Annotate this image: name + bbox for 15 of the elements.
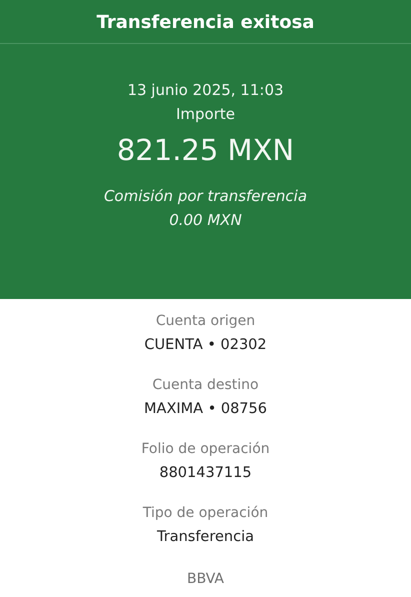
- screen-title: Transferencia exitosa: [0, 0, 411, 44]
- detail-value: MAXIMA • 08756: [144, 400, 267, 419]
- transfer-date: 13 junio 2025, 11:03: [127, 80, 284, 101]
- detail-value: 8801437115: [159, 464, 252, 483]
- bank-name: BBVA: [186, 570, 224, 589]
- detail-label: Folio de operación: [141, 440, 270, 459]
- detail-value: CUENTA • 02302: [144, 336, 267, 355]
- detail-label: Cuenta destino: [152, 376, 259, 395]
- amount-label: Importe: [176, 104, 235, 125]
- detail-label: Tipo de operación: [142, 504, 268, 523]
- detail-label: Cuenta origen: [156, 312, 256, 331]
- fee-label: Comisión por transferencia: [104, 186, 308, 207]
- amount-value: 821.25 MXN: [116, 132, 294, 169]
- fee-value: 0.00 MXN: [169, 210, 242, 231]
- detail-value: Transferencia: [157, 528, 254, 547]
